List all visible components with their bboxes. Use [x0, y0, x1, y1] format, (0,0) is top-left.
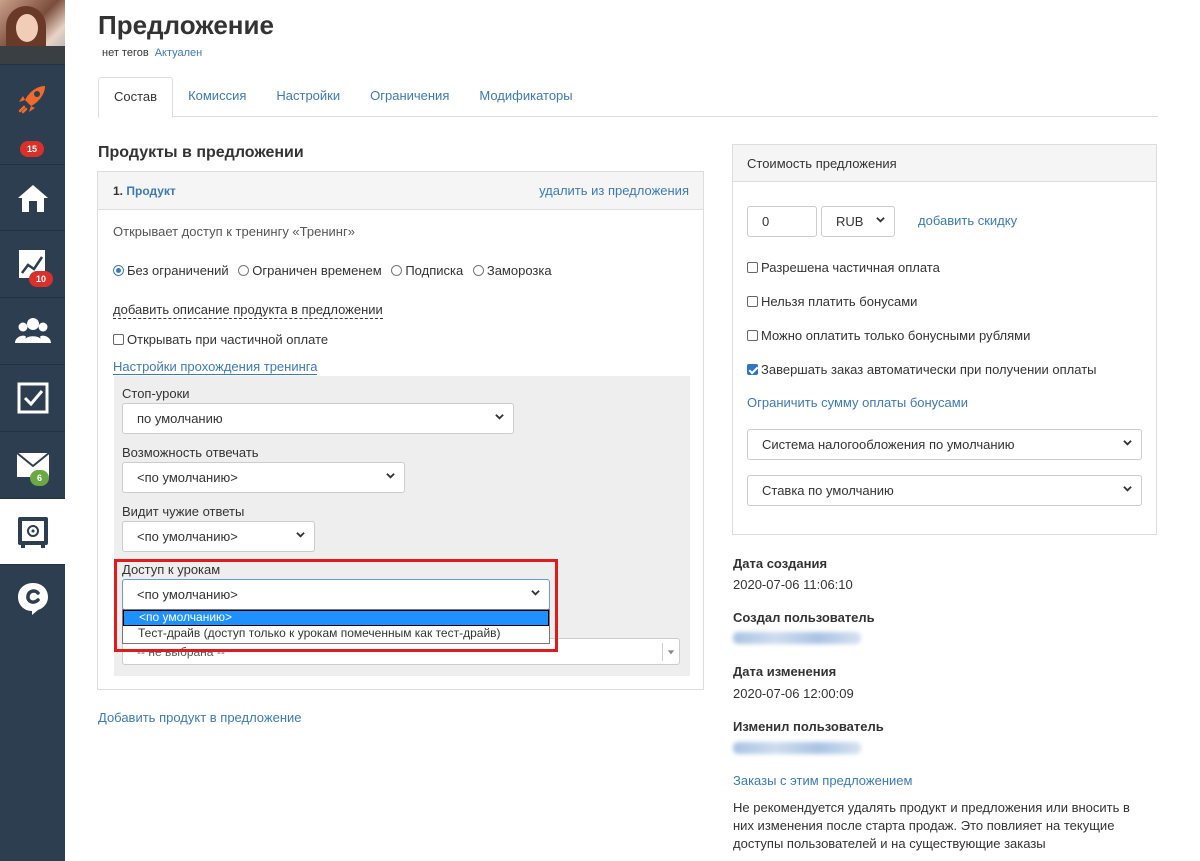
- option-test-drive[interactable]: Тест-драйв (доступ только к урокам помеч…: [123, 626, 549, 642]
- lesson-access-dropdown: <по умолчанию> Тест-драйв (доступ только…: [122, 609, 550, 644]
- creator-user-link[interactable]: [733, 632, 861, 644]
- chevron-down-icon: [1123, 486, 1132, 492]
- home-icon[interactable]: [0, 164, 65, 230]
- limit-bonus-link[interactable]: Ограничить сумму оплаты бонусами: [747, 395, 968, 410]
- partial-payment-checkbox[interactable]: Разрешена частичная оплата: [747, 260, 940, 275]
- sees-answers-select[interactable]: <по умолчанию>: [122, 521, 315, 552]
- access-type-radios: Без ограничений Ограничен временем Подпи…: [113, 263, 552, 278]
- mail-icon[interactable]: [0, 431, 65, 497]
- created-label: Дата создания: [733, 556, 828, 571]
- chevron-down-icon: [495, 414, 504, 420]
- bonus-only-checkbox[interactable]: Можно оплатить только бонусными рублями: [747, 328, 1030, 343]
- can-answer-label: Возможность отвечать: [122, 445, 259, 460]
- lesson-access-select[interactable]: <по умолчанию>: [122, 579, 550, 610]
- product-description: Открывает доступ к тренингу «Тренинг»: [113, 224, 355, 239]
- rocket-badge: 15: [20, 141, 45, 157]
- currency-select[interactable]: RUB: [821, 206, 895, 237]
- add-product-link[interactable]: Добавить продукт в предложение: [98, 710, 302, 725]
- tax-rate-select[interactable]: Ставка по умолчанию: [747, 475, 1142, 506]
- auto-complete-checkbox[interactable]: Завершать заказ автоматически при получе…: [747, 362, 1097, 377]
- tab-modifiers[interactable]: Модификаторы: [464, 77, 587, 117]
- caret-down-icon: [667, 650, 675, 655]
- page-title: Предложение: [98, 10, 274, 40]
- tab-composition[interactable]: Состав: [98, 77, 174, 118]
- radio-unlimited[interactable]: Без ограничений: [113, 263, 229, 278]
- modified-label: Дата изменения: [733, 664, 837, 679]
- users-icon[interactable]: [0, 297, 65, 363]
- add-discount-link[interactable]: добавить скидку: [918, 213, 1017, 228]
- warning-text: Не рекомендуется удалять продукт и предл…: [733, 800, 1130, 851]
- chevron-down-icon: [386, 473, 395, 479]
- avatar[interactable]: [0, 0, 65, 64]
- remove-product-link[interactable]: удалить из предложения: [539, 183, 689, 198]
- product-number: 1.: [113, 184, 124, 198]
- chevron-down-icon: [296, 532, 305, 538]
- tax-system-select[interactable]: Система налогообложения по умолчанию: [747, 429, 1142, 460]
- product-header: 1. Продукт удалить из предложения: [98, 172, 703, 210]
- modified-value: 2020-07-06 12:00:09: [733, 686, 854, 701]
- stop-lessons-label: Стоп-уроки: [122, 386, 190, 401]
- tabs: Состав Комиссия Настройки Ограничения Мо…: [98, 77, 1158, 118]
- tab-settings[interactable]: Настройки: [261, 77, 355, 117]
- cost-panel-title: Стоимость предложения: [733, 145, 1156, 182]
- option-default[interactable]: <по умолчанию>: [123, 610, 549, 626]
- tags-line: нет тегов Актуален: [102, 47, 202, 59]
- can-answer-select[interactable]: <по умолчанию>: [122, 462, 405, 493]
- radio-subscription[interactable]: Подписка: [391, 263, 463, 278]
- open-partial-checkbox[interactable]: Открывать при частичной оплате: [113, 332, 328, 347]
- tab-commission[interactable]: Комиссия: [173, 77, 261, 117]
- chevron-down-icon: [531, 590, 540, 596]
- tab-restrictions[interactable]: Ограничения: [355, 77, 464, 117]
- modifier-label: Изменил пользователь: [733, 719, 884, 734]
- status-link[interactable]: Актуален: [155, 47, 203, 59]
- sees-answers-label: Видит чужие ответы: [122, 504, 245, 519]
- creator-label: Создал пользователь: [733, 610, 875, 625]
- radio-time-limited[interactable]: Ограничен временем: [238, 263, 382, 278]
- rocket-icon[interactable]: [0, 64, 65, 130]
- radio-freeze[interactable]: Заморозка: [472, 263, 552, 278]
- tags-text: нет тегов: [102, 47, 149, 59]
- lesson-access-label: Доступ к урокам: [122, 562, 221, 577]
- add-description-link[interactable]: добавить описание продукта в предложении: [113, 302, 383, 319]
- product-title: 1. Продукт: [113, 184, 176, 198]
- product-link[interactable]: Продукт: [126, 184, 175, 198]
- safe-icon[interactable]: [0, 498, 65, 564]
- modifier-user-link[interactable]: [733, 742, 861, 754]
- chevron-down-icon: [1123, 440, 1132, 446]
- products-section-title: Продукты в предложении: [98, 144, 304, 161]
- chevron-down-icon: [876, 217, 885, 223]
- price-input[interactable]: 0: [747, 206, 817, 237]
- brand-icon[interactable]: [0, 564, 65, 630]
- sidebar: 15 10 6: [0, 0, 65, 861]
- checkbox-icon[interactable]: [0, 364, 65, 430]
- orders-link[interactable]: Заказы с этим предложением: [733, 773, 912, 788]
- chart-badge: 10: [29, 271, 54, 287]
- training-settings-link[interactable]: Настройки прохождения тренинга: [113, 359, 318, 375]
- no-bonus-checkbox[interactable]: Нельзя платить бонусами: [747, 294, 917, 309]
- stop-lessons-select[interactable]: по умолчанию: [122, 403, 514, 434]
- mail-badge: 6: [30, 470, 50, 486]
- created-value: 2020-07-06 11:06:10: [733, 577, 853, 592]
